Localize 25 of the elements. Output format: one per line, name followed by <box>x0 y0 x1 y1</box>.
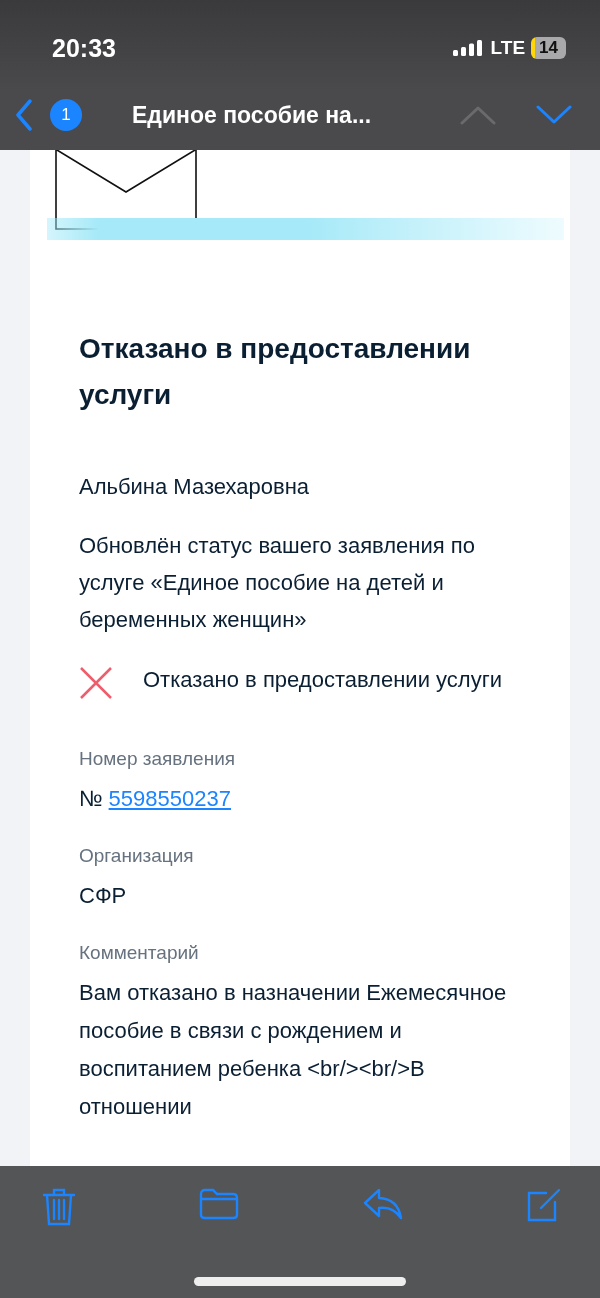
status-text: Отказано в предоставлении услуги <box>143 666 503 694</box>
folder-icon[interactable] <box>199 1188 240 1220</box>
unread-badge: 1 <box>50 99 82 131</box>
field-label: Номер заявления <box>79 747 237 771</box>
reply-icon[interactable] <box>362 1188 403 1220</box>
field-value: СФР <box>79 882 128 910</box>
field-label: Комментарий <box>79 941 200 965</box>
battery-indicator: 14 <box>531 37 566 59</box>
envelope-icon <box>55 150 197 230</box>
clock-time: 20:33 <box>52 33 116 63</box>
compose-icon[interactable] <box>526 1188 562 1222</box>
network-label: LTE <box>490 37 526 59</box>
trash-icon[interactable] <box>42 1188 76 1226</box>
signal-icon <box>452 40 485 56</box>
back-icon[interactable] <box>14 99 34 131</box>
message-title: Единое пособие на... <box>132 101 372 129</box>
cross-icon <box>79 666 113 700</box>
field-label: Организация <box>79 844 195 868</box>
body-text: Обновлён статус вашего заявления по услуге «Единое пособие на детей и беременных женщин» <box>79 532 476 634</box>
application-number-link[interactable]: 5598550237 <box>108 780 231 818</box>
number-sign: № <box>79 785 103 813</box>
greeting-text: Альбина Мазехаровна <box>79 473 311 501</box>
field-value: Вам отказано в назначении Ежемесячное пособие в связи с рождением и воспитанием ребенка <br/><br/>В отношении <box>79 979 508 1121</box>
next-message-icon[interactable] <box>536 105 572 125</box>
message-heading: Отказано в предоставлении услуги <box>79 332 472 412</box>
